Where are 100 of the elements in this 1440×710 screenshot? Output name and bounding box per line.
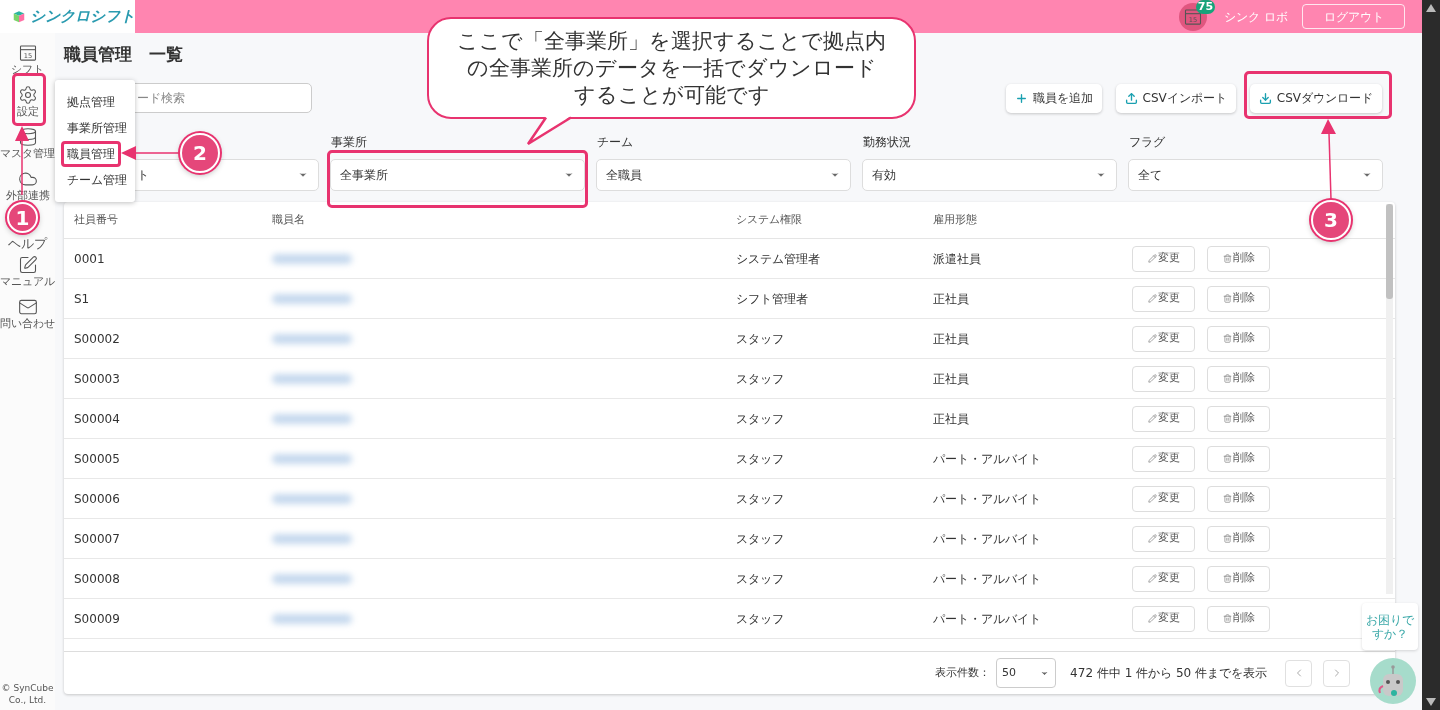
- edit-button[interactable]: 変更: [1132, 605, 1195, 632]
- copyright: © SynCube Co., Ltd.: [0, 682, 55, 706]
- table-cell-text: 0001: [74, 250, 105, 268]
- filter-select[interactable]: 有効: [862, 159, 1117, 191]
- sidebar-item[interactable]: マスタ管理: [0, 146, 55, 160]
- edit-button[interactable]: 変更: [1132, 525, 1195, 552]
- table-cell-text: システム管理者: [736, 250, 820, 268]
- column-header: 雇用形態: [933, 211, 977, 228]
- table-cell-text: S00002: [74, 330, 120, 348]
- pagination-summary: 472 件中 1 件から 50 件までを表示: [1070, 665, 1267, 682]
- trash-icon: [1222, 494, 1232, 503]
- table-cell-text: スタッフ: [736, 330, 784, 348]
- page-title: 職員管理 一覧: [64, 43, 183, 65]
- sidebar-item[interactable]: マニュアル: [0, 274, 55, 288]
- callout-bubble: ここで「全事業所」を選択することで拠点内 の全事業所のデータを一括でダウンロード することが可能です: [427, 17, 916, 119]
- edit-button[interactable]: 変更: [1132, 365, 1195, 392]
- table-cell-text: パート・アルバイト: [933, 610, 1041, 628]
- filter-select[interactable]: 全職員: [596, 159, 851, 191]
- column-header: 社員番号: [74, 211, 118, 228]
- table-cell-text: シフト管理者: [736, 290, 808, 308]
- table-cell-text: パート・アルバイト: [933, 490, 1041, 508]
- delete-button[interactable]: 削除: [1207, 325, 1270, 352]
- trash-icon: [1222, 414, 1232, 423]
- pencil-icon: [1147, 534, 1157, 543]
- table-cell-text: S00009: [74, 610, 120, 628]
- scroll-down-icon[interactable]: [1426, 698, 1436, 706]
- caret-icon: [1362, 170, 1372, 180]
- toolbar-button[interactable]: CSVダウンロード: [1249, 83, 1382, 113]
- trash-icon: [1222, 374, 1232, 383]
- menu-item[interactable]: 拠点管理: [61, 89, 121, 115]
- table-cell-text: スタッフ: [736, 370, 784, 388]
- delete-button[interactable]: 削除: [1207, 245, 1270, 272]
- settings-icon[interactable]: [17, 84, 38, 105]
- sidebar-item[interactable]: ヘルプ: [8, 237, 47, 250]
- table-cell-text: S00003: [74, 370, 120, 388]
- step-marker: 2: [180, 133, 220, 173]
- table-cell-text: S00004: [74, 410, 120, 428]
- table-cell-text: 派遣社員: [933, 250, 981, 268]
- pencil-icon: [1147, 614, 1157, 623]
- filter-select[interactable]: 全事業所: [330, 159, 585, 191]
- table-cell-text: スタッフ: [736, 570, 784, 588]
- sidebar-item[interactable]: 問い合わせ: [0, 316, 55, 330]
- delete-button[interactable]: 削除: [1207, 485, 1270, 512]
- edit-button[interactable]: 変更: [1132, 325, 1195, 352]
- table-cell-text: 正社員: [933, 330, 969, 348]
- edit-button[interactable]: 変更: [1132, 445, 1195, 472]
- table-cell-text: S00008: [74, 570, 120, 588]
- pencil-icon: [1147, 254, 1157, 263]
- upload-icon: [1124, 91, 1138, 105]
- sidebar-item[interactable]: 外部連携: [5, 188, 50, 202]
- column-header: 職員名: [272, 211, 305, 228]
- delete-button[interactable]: 削除: [1207, 405, 1270, 432]
- pencil-icon: [1147, 374, 1157, 383]
- menu-item[interactable]: 職員管理: [61, 141, 121, 167]
- trash-icon: [1222, 534, 1232, 543]
- download-icon: [1258, 91, 1272, 105]
- caret-icon: [1096, 170, 1106, 180]
- filter-select[interactable]: 全て: [1128, 159, 1383, 191]
- plus-icon: [1014, 91, 1028, 105]
- edit-button[interactable]: 変更: [1132, 405, 1195, 432]
- toolbar-button[interactable]: CSVインポート: [1115, 83, 1236, 113]
- table-cell-text: 正社員: [933, 370, 969, 388]
- filter-label: チーム: [596, 135, 633, 149]
- delete-button[interactable]: 削除: [1207, 525, 1270, 552]
- delete-button[interactable]: 削除: [1207, 285, 1270, 312]
- menu-item[interactable]: 事業所管理: [61, 115, 133, 141]
- column-header: システム権限: [736, 211, 802, 228]
- edit-button[interactable]: 変更: [1132, 565, 1195, 592]
- trash-icon: [1222, 614, 1232, 623]
- edit-icon[interactable]: [17, 254, 38, 275]
- pencil-icon: [1147, 494, 1157, 503]
- table-cell-text: S00006: [74, 490, 120, 508]
- table-cell-text: パート・アルバイト: [933, 570, 1041, 588]
- per-page-select[interactable]: 50: [996, 658, 1057, 688]
- delete-button[interactable]: 削除: [1207, 445, 1270, 472]
- step-marker: 1: [7, 202, 38, 233]
- edit-button[interactable]: 変更: [1132, 485, 1195, 512]
- delete-button[interactable]: 削除: [1207, 565, 1270, 592]
- trash-icon: [1222, 334, 1232, 343]
- pencil-icon: [1147, 574, 1157, 583]
- delete-button[interactable]: 削除: [1207, 365, 1270, 392]
- trash-icon: [1222, 254, 1232, 263]
- sidebar-item[interactable]: 設定: [16, 104, 39, 118]
- edit-button[interactable]: 変更: [1132, 245, 1195, 272]
- table-cell-text: S1: [74, 290, 90, 308]
- table-cell-text: スタッフ: [736, 530, 784, 548]
- robot-icon[interactable]: [1370, 658, 1416, 704]
- toolbar-button[interactable]: 職員を追加: [1005, 83, 1102, 113]
- delete-button[interactable]: 削除: [1207, 605, 1270, 632]
- edit-button[interactable]: 変更: [1132, 285, 1195, 312]
- step-marker: 3: [1311, 200, 1351, 240]
- scrollbar-thumb[interactable]: [1386, 204, 1393, 299]
- trash-icon: [1222, 294, 1232, 303]
- menu-item[interactable]: チーム管理: [61, 167, 133, 193]
- scroll-up-icon[interactable]: [1426, 4, 1436, 12]
- filter-label: フラグ: [1128, 135, 1165, 149]
- table-cell-text: パート・アルバイト: [933, 530, 1041, 548]
- pencil-icon: [1147, 414, 1157, 423]
- pencil-icon: [1147, 454, 1157, 463]
- caret-icon: [830, 170, 840, 180]
